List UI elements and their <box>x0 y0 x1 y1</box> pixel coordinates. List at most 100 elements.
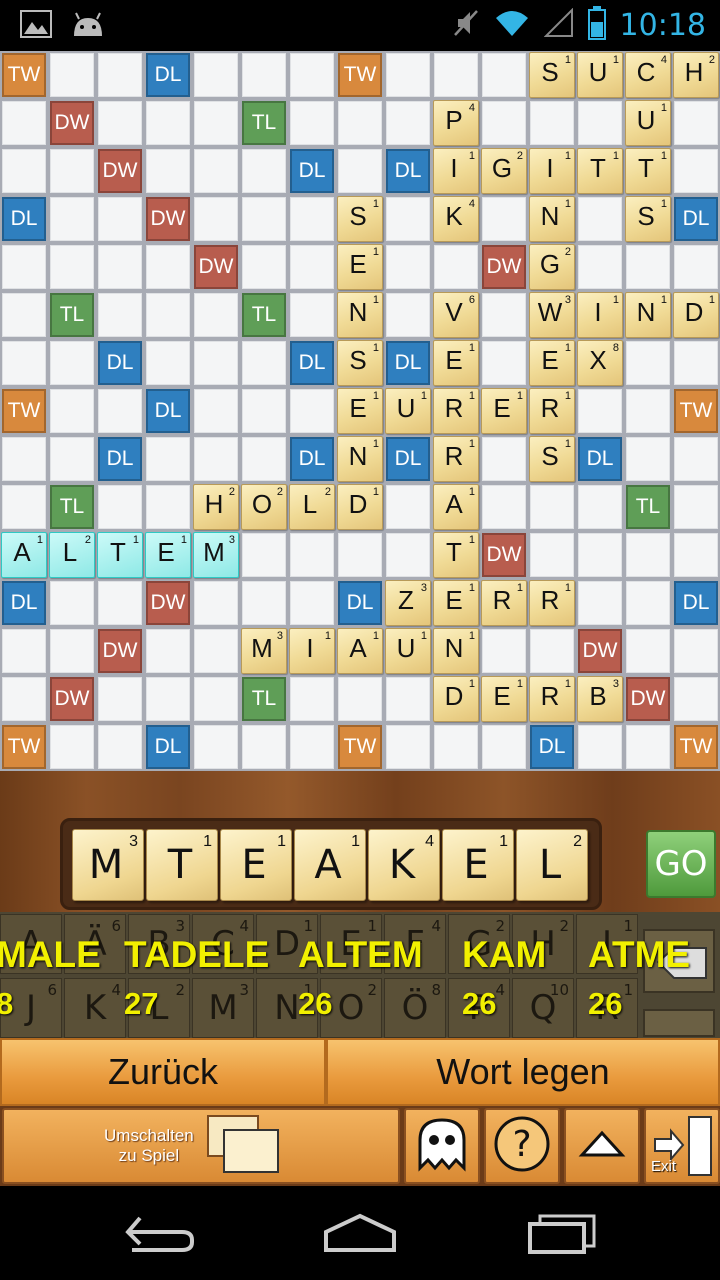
board-cell[interactable] <box>242 581 286 625</box>
board-cell[interactable] <box>386 197 430 241</box>
board-cell[interactable] <box>626 629 670 673</box>
board-tile[interactable]: E1 <box>433 340 479 386</box>
board-cell[interactable] <box>674 245 718 289</box>
board-cell[interactable] <box>338 101 382 145</box>
premium-square[interactable]: TW <box>674 725 718 769</box>
premium-square[interactable]: DL <box>146 725 190 769</box>
board-tile[interactable]: L2 <box>49 532 95 578</box>
board-tile[interactable]: D1 <box>337 484 383 530</box>
board-cell[interactable] <box>434 725 478 769</box>
board-cell[interactable] <box>194 725 238 769</box>
premium-square[interactable]: DL <box>290 437 334 481</box>
board-cell[interactable] <box>242 389 286 433</box>
board-cell[interactable] <box>578 533 622 577</box>
board-tile[interactable]: C4 <box>625 52 671 98</box>
board-cell[interactable] <box>482 293 526 337</box>
board-cell[interactable] <box>242 341 286 385</box>
board-cell[interactable] <box>2 677 46 721</box>
board-cell[interactable] <box>290 389 334 433</box>
board-cell[interactable] <box>386 677 430 721</box>
board-cell[interactable] <box>146 341 190 385</box>
board-tile[interactable]: M3 <box>241 628 287 674</box>
board-cell[interactable] <box>2 149 46 193</box>
exit-button[interactable]: Exit <box>644 1108 720 1184</box>
board-cell[interactable] <box>50 245 94 289</box>
board-cell[interactable] <box>338 533 382 577</box>
board-cell[interactable] <box>674 341 718 385</box>
board-cell[interactable] <box>2 245 46 289</box>
board-cell[interactable] <box>530 485 574 529</box>
board-cell[interactable] <box>290 293 334 337</box>
board-tile[interactable]: G2 <box>481 148 527 194</box>
board-tile[interactable]: D1 <box>433 676 479 722</box>
board-cell[interactable] <box>242 533 286 577</box>
board-cell[interactable] <box>194 293 238 337</box>
board-cell[interactable] <box>482 725 526 769</box>
board-tile[interactable]: I1 <box>289 628 335 674</box>
board-tile[interactable]: A1 <box>433 484 479 530</box>
premium-square[interactable]: DW <box>626 677 670 721</box>
board-cell[interactable] <box>194 149 238 193</box>
board-cell[interactable] <box>290 197 334 241</box>
board-tile[interactable]: R1 <box>529 388 575 434</box>
board-tile[interactable]: E1 <box>481 676 527 722</box>
board-cell[interactable] <box>434 245 478 289</box>
board-cell[interactable] <box>146 485 190 529</box>
premium-square[interactable]: DL <box>290 149 334 193</box>
board-cell[interactable] <box>290 581 334 625</box>
board-tile[interactable]: E1 <box>145 532 191 578</box>
premium-square[interactable]: TW <box>2 725 46 769</box>
board-cell[interactable] <box>386 101 430 145</box>
board-tile[interactable]: V6 <box>433 292 479 338</box>
premium-square[interactable]: DL <box>290 341 334 385</box>
board-cell[interactable] <box>626 389 670 433</box>
board-cell[interactable] <box>98 485 142 529</box>
rack-tile[interactable]: L2 <box>516 829 588 901</box>
premium-square[interactable]: TW <box>674 389 718 433</box>
board-cell[interactable] <box>482 101 526 145</box>
keyboard-key[interactable]: Q 10 <box>512 978 574 1038</box>
premium-square[interactable]: DL <box>146 389 190 433</box>
board-cell[interactable] <box>482 53 526 97</box>
premium-square[interactable]: TL <box>242 101 286 145</box>
board-cell[interactable] <box>50 629 94 673</box>
premium-square[interactable]: TL <box>626 485 670 529</box>
premium-square[interactable]: DL <box>338 581 382 625</box>
suggestion-item[interactable]: TADELE 27 <box>124 934 269 1021</box>
board-cell[interactable] <box>2 437 46 481</box>
board-cell[interactable] <box>578 485 622 529</box>
board-cell[interactable] <box>674 533 718 577</box>
rack-tile[interactable]: A1 <box>294 829 366 901</box>
board-tile[interactable]: R1 <box>433 388 479 434</box>
board-tile[interactable]: E1 <box>529 340 575 386</box>
board-cell[interactable] <box>98 245 142 289</box>
board-tile[interactable]: G2 <box>529 244 575 290</box>
board-cell[interactable] <box>674 629 718 673</box>
board-cell[interactable] <box>626 245 670 289</box>
board-tile[interactable]: T1 <box>433 532 479 578</box>
board-cell[interactable] <box>290 677 334 721</box>
board-cell[interactable] <box>50 725 94 769</box>
board-tile[interactable]: R1 <box>529 580 575 626</box>
premium-square[interactable]: DW <box>482 245 526 289</box>
board-tile[interactable]: U1 <box>385 628 431 674</box>
board-tile[interactable]: O2 <box>241 484 287 530</box>
back-nav-icon[interactable] <box>122 1210 198 1259</box>
suggestion-item[interactable]: ALTEM 26 <box>298 934 423 1021</box>
board-cell[interactable] <box>290 533 334 577</box>
board-cell[interactable] <box>338 677 382 721</box>
board-cell[interactable] <box>2 629 46 673</box>
board-cell[interactable] <box>194 341 238 385</box>
board-tile[interactable]: E1 <box>433 580 479 626</box>
board-cell[interactable] <box>2 485 46 529</box>
keyboard-key[interactable]: K4 <box>64 978 126 1038</box>
board-cell[interactable] <box>194 53 238 97</box>
board-cell[interactable] <box>386 725 430 769</box>
board-cell[interactable] <box>98 197 142 241</box>
premium-square[interactable]: DL <box>578 437 622 481</box>
premium-square[interactable]: DW <box>146 581 190 625</box>
board-cell[interactable] <box>578 581 622 625</box>
ghost-button[interactable] <box>404 1108 480 1184</box>
board-cell[interactable] <box>242 437 286 481</box>
board-tile[interactable]: H2 <box>673 52 719 98</box>
